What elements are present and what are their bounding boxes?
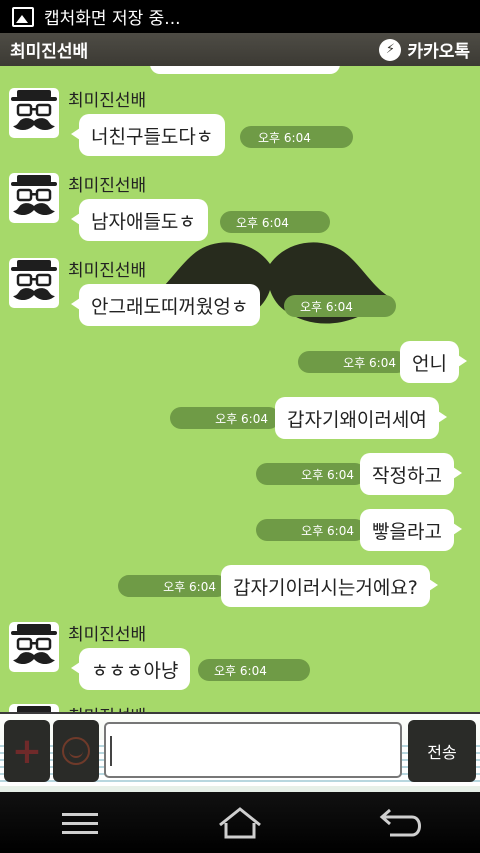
- text-caret: [110, 736, 112, 766]
- message-bubble[interactable]: 언니: [400, 341, 467, 383]
- message-time: 오후 6:04: [198, 659, 310, 681]
- avatar-face-icon: [11, 624, 57, 665]
- status-title: 캡처화면 저장 중...: [44, 9, 181, 29]
- avatar[interactable]: [9, 704, 59, 712]
- send-button[interactable]: 전송: [408, 720, 476, 782]
- home-icon[interactable]: [210, 803, 270, 843]
- message-time: 오후 6:04: [240, 126, 353, 148]
- avatar-face-icon: [17, 706, 51, 712]
- sender-name: 최미진선배: [68, 261, 147, 281]
- avatar[interactable]: [9, 258, 59, 308]
- kakaotalk-bolt-icon: ⚡: [379, 38, 402, 61]
- status-bar: 캡처화면 저장 중...: [0, 0, 480, 33]
- message-bubble[interactable]: 너친구들도다ㅎ: [70, 114, 226, 156]
- plus-icon: +: [11, 730, 43, 772]
- message-bubble[interactable]: 안그래도띠꺼웠엉ㅎ: [70, 284, 261, 326]
- message-input-bar: + 전송: [0, 712, 480, 792]
- avatar[interactable]: [9, 173, 59, 223]
- sender-name: 최미진선배: [68, 625, 147, 645]
- avatar[interactable]: [9, 622, 59, 672]
- message-bubble[interactable]: 남자애들도ㅎ: [71, 199, 208, 241]
- back-icon[interactable]: [370, 803, 430, 843]
- sender-name: 최미진선배: [68, 702, 146, 712]
- message-time: 오후 6:04: [118, 575, 228, 597]
- message-time: 오후 6:04: [256, 519, 366, 541]
- message-input[interactable]: [104, 722, 402, 778]
- avatar-face-icon: [11, 175, 57, 216]
- avatar-face-icon: [11, 260, 57, 301]
- message-time: 오후 6:04: [256, 463, 366, 485]
- image-icon: [12, 6, 34, 27]
- avatar-face-icon: [11, 90, 57, 131]
- message-bubble[interactable]: ㅎㅎㅎ아냥: [70, 648, 191, 690]
- previous-message-edge: [150, 66, 340, 74]
- chat-area[interactable]: 최미진선배 오후 6:04 너친구들도다ㅎ 최미진선배 오후 6:04 남자애들…: [0, 66, 480, 712]
- avatar[interactable]: [9, 88, 59, 138]
- navigation-bar: [0, 792, 480, 853]
- contact-name: 최미진선배: [10, 42, 89, 62]
- kakaotalk-brand[interactable]: ⚡ 카카오톡: [379, 37, 470, 62]
- message-bubble[interactable]: 갑자기왜이러세여: [275, 397, 447, 439]
- title-bar: 최미진선배 ⚡ 카카오톡: [0, 33, 480, 66]
- smiley-icon: [62, 737, 90, 765]
- message-time: 오후 6:04: [298, 351, 408, 373]
- message-bubble[interactable]: 작정하고: [360, 453, 462, 495]
- menu-icon[interactable]: [50, 803, 110, 843]
- message-bubble[interactable]: 갑자기이러시는거에요?: [221, 565, 438, 607]
- sender-name: 최미진선배: [68, 176, 147, 196]
- message-time: 오후 6:04: [220, 211, 330, 233]
- attach-button[interactable]: +: [4, 720, 50, 782]
- emoticon-button[interactable]: [53, 720, 99, 782]
- message-bubble[interactable]: 빻을라고: [360, 509, 462, 551]
- app-name: 카카오톡: [407, 42, 470, 62]
- message-time: 오후 6:04: [284, 295, 396, 317]
- message-time: 오후 6:04: [170, 407, 280, 429]
- sender-name: 최미진선배: [68, 91, 147, 111]
